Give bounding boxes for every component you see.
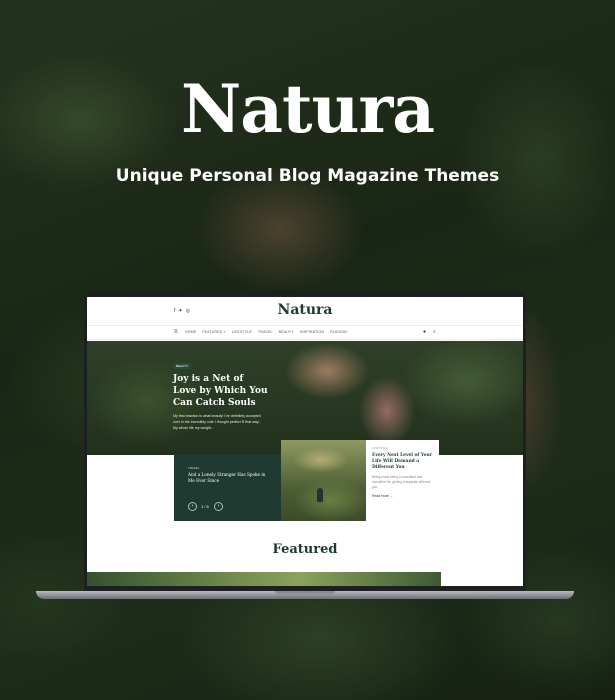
user-icon[interactable]: ● <box>423 329 426 335</box>
side-post-excerpt: Being proud being a consultant and incre… <box>372 475 431 489</box>
hero-subtitle: Unique Personal Blog Magazine Themes <box>115 166 500 186</box>
featured-image-strip[interactable] <box>87 572 441 586</box>
slider-card: TRAVEL And a Lonely Stranger Has Spoke i… <box>174 454 281 521</box>
nav-item-inspiration[interactable]: INSPIRATION <box>300 330 324 334</box>
post-category-badge[interactable]: BEAUTY <box>173 363 192 369</box>
nav-menu: HOME FEATURES ˅ LIFESTYLE TRAVEL BEAUTY … <box>185 330 347 334</box>
slider-image[interactable] <box>281 440 366 521</box>
menu-icon[interactable]: ≡ <box>174 329 178 335</box>
laptop-frame: f ✦ ◎ Natura ≡ HOME FEATURES ˅ LIFESTYLE… <box>84 291 526 591</box>
slider-category[interactable]: TRAVEL <box>188 466 199 470</box>
post-title[interactable]: Joy is a Net of Love by Which You Can Ca… <box>173 373 268 409</box>
slider-counter: 1 / 5 <box>201 504 209 509</box>
read-more-link[interactable]: Read more → <box>372 494 433 498</box>
nav-item-lifestyle[interactable]: LIFESTYLE <box>232 330 252 334</box>
site-nav: ≡ HOME FEATURES ˅ LIFESTYLE TRAVEL BEAUT… <box>87 325 523 340</box>
hero-title: Natura <box>180 70 435 148</box>
side-post-card: LIFESTYLE Every Next Level of Your Life … <box>366 440 439 521</box>
post-excerpt: My first reaction is what beauty! I've d… <box>173 414 262 430</box>
side-post-title[interactable]: Every Next Level of Your Life Will Deman… <box>372 453 433 471</box>
nav-item-features[interactable]: FEATURES ˅ <box>202 330 225 334</box>
side-post-category[interactable]: LIFESTYLE <box>372 446 433 450</box>
hiker-figure <box>317 488 323 502</box>
nav-item-beauty[interactable]: BEAUTY <box>279 330 294 334</box>
site-header: f ✦ ◎ Natura <box>87 297 523 325</box>
site-logo[interactable]: Natura <box>87 302 523 318</box>
search-icon[interactable]: ⌕ <box>433 329 436 335</box>
featured-post-hero[interactable]: BEAUTY Joy is a Net of Love by Which You… <box>87 341 523 455</box>
slider-prev-button[interactable]: ‹ <box>188 502 197 511</box>
nav-item-travel[interactable]: TRAVEL <box>258 330 273 334</box>
featured-heading: Featured <box>272 542 338 557</box>
slider-next-button[interactable]: › <box>214 502 223 511</box>
laptop-screen: f ✦ ◎ Natura ≡ HOME FEATURES ˅ LIFESTYLE… <box>87 297 523 586</box>
slider-title[interactable]: And a Lonely Stranger Has Spoke in Me Ev… <box>188 472 268 484</box>
nav-item-home[interactable]: HOME <box>185 330 196 334</box>
nav-item-fashion[interactable]: FASHION <box>330 330 347 334</box>
laptop-notch <box>275 591 335 594</box>
